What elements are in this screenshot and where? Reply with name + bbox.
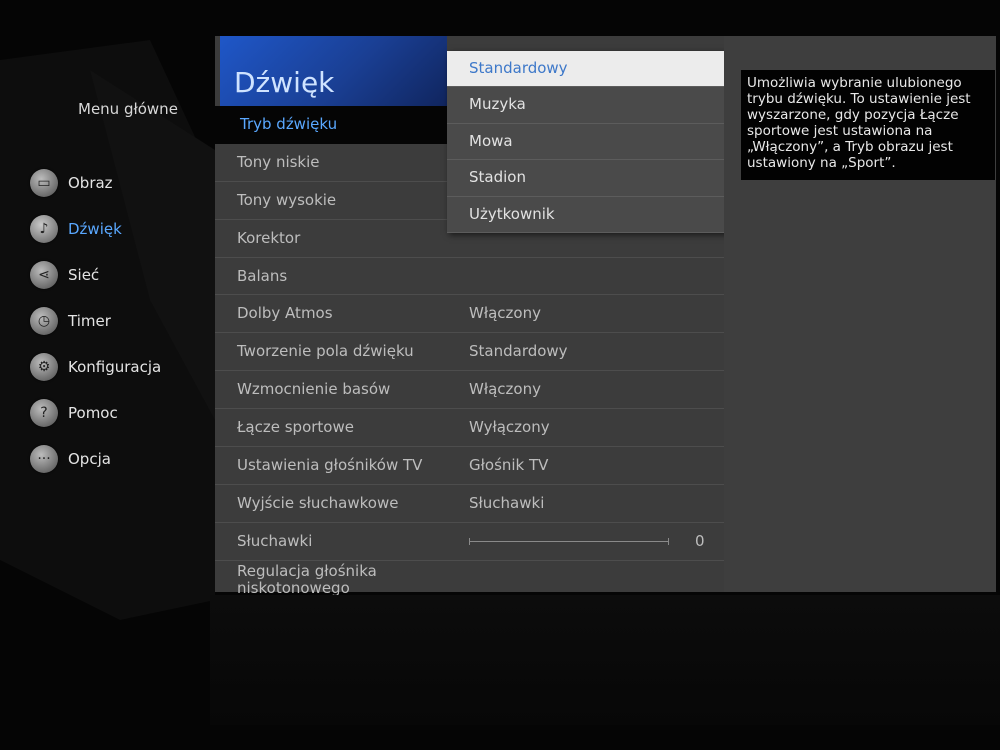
row-label: Łącze sportowe xyxy=(237,418,354,437)
row-value: Włączony xyxy=(469,304,541,323)
wrench-icon: ⚙ xyxy=(30,353,58,381)
sidebar-item-label: Opcja xyxy=(68,450,111,468)
row-wyjscie-sluchawkowe[interactable]: Wyjście słuchawkowe Słuchawki xyxy=(215,485,727,523)
option-mowa[interactable]: Mowa xyxy=(447,124,733,161)
row-value: Włączony xyxy=(469,380,541,399)
row-label: Tworzenie pola dźwięku xyxy=(237,342,414,361)
row-dolby-atmos[interactable]: Dolby Atmos Włączony xyxy=(215,295,727,334)
option-standardowy[interactable]: Standardowy xyxy=(447,51,733,88)
page-title: Dźwięk xyxy=(234,66,335,99)
help-text: Umożliwia wybranie ulubionego trybu dźwi… xyxy=(741,70,995,180)
sidebar-item-label: Konfiguracja xyxy=(68,358,162,376)
row-value: Słuchawki xyxy=(469,493,545,512)
row-value: Wyłączony xyxy=(469,418,550,437)
row-regulacja-glosnika[interactable]: Regulacja głośnika niskotonowego xyxy=(215,561,727,599)
sidebar-item-pomoc[interactable]: ? Pomoc xyxy=(30,390,220,436)
row-sluchawki[interactable]: Słuchawki 0 xyxy=(215,523,727,561)
option-stadion[interactable]: Stadion xyxy=(447,160,733,197)
row-ustawienia-glosnikow[interactable]: Ustawienia głośników TV Głośnik TV xyxy=(215,447,727,485)
option-uzytkownik[interactable]: Użytkownik xyxy=(447,197,733,233)
sidebar-item-label: Obraz xyxy=(68,174,113,192)
sidebar-item-dzwiek[interactable]: ♪ Dźwięk xyxy=(30,206,220,252)
share-icon: ⋖ xyxy=(30,261,58,289)
row-label: Tryb dźwięku xyxy=(240,115,338,133)
sidebar-item-obraz[interactable]: ▭ Obraz xyxy=(30,160,220,206)
sidebar-item-siec[interactable]: ⋖ Sieć xyxy=(30,252,220,298)
tv-bezel xyxy=(210,595,1000,725)
sidebar-item-label: Sieć xyxy=(68,266,100,284)
option-muzyka[interactable]: Muzyka xyxy=(447,87,733,124)
slider-value: 0 xyxy=(695,531,705,550)
row-balans[interactable]: Balans xyxy=(215,258,727,296)
dots-icon: ··· xyxy=(30,445,58,473)
sidebar-item-konfiguracja[interactable]: ⚙ Konfiguracja xyxy=(30,344,220,390)
sidebar-item-opcja[interactable]: ··· Opcja xyxy=(30,436,220,482)
row-value: Standardowy xyxy=(469,342,568,361)
sidebar-item-label: Timer xyxy=(68,312,111,330)
panel-header: Dźwięk xyxy=(220,36,447,106)
volume-slider[interactable] xyxy=(469,537,669,545)
row-label: Słuchawki xyxy=(237,531,313,550)
row-label: Tony niskie xyxy=(237,152,320,171)
tv-icon: ▭ xyxy=(30,169,58,197)
row-label: Balans xyxy=(237,266,288,285)
sidebar-item-label: Pomoc xyxy=(68,404,118,422)
question-icon: ? xyxy=(30,399,58,427)
sidebar-item-timer[interactable]: ◷ Timer xyxy=(30,298,220,344)
row-wzmocnienie-basow[interactable]: Wzmocnienie basów Włączony xyxy=(215,371,727,410)
sound-mode-dropdown: Standardowy Muzyka Mowa Stadion Użytkown… xyxy=(447,51,733,233)
sidebar-item-label: Dźwięk xyxy=(68,220,122,238)
row-label: Ustawienia głośników TV xyxy=(237,456,423,475)
row-value: Głośnik TV xyxy=(469,456,549,475)
row-label: Wzmocnienie basów xyxy=(237,380,391,399)
main-menu-title: Menu główne xyxy=(78,100,178,118)
row-label: Wyjście słuchawkowe xyxy=(237,493,399,512)
row-label: Regulacja głośnika niskotonowego xyxy=(237,561,377,597)
row-tworzenie-pola[interactable]: Tworzenie pola dźwięku Standardowy xyxy=(215,333,727,372)
row-label: Tony wysokie xyxy=(237,190,337,209)
main-menu: ▭ Obraz ♪ Dźwięk ⋖ Sieć ◷ Timer ⚙ Konfig… xyxy=(30,160,220,482)
row-label: Dolby Atmos xyxy=(237,304,333,323)
music-note-icon: ♪ xyxy=(30,215,58,243)
row-lacze-sportowe[interactable]: Łącze sportowe Wyłączony xyxy=(215,409,727,448)
clock-icon: ◷ xyxy=(30,307,58,335)
row-label: Korektor xyxy=(237,228,301,247)
